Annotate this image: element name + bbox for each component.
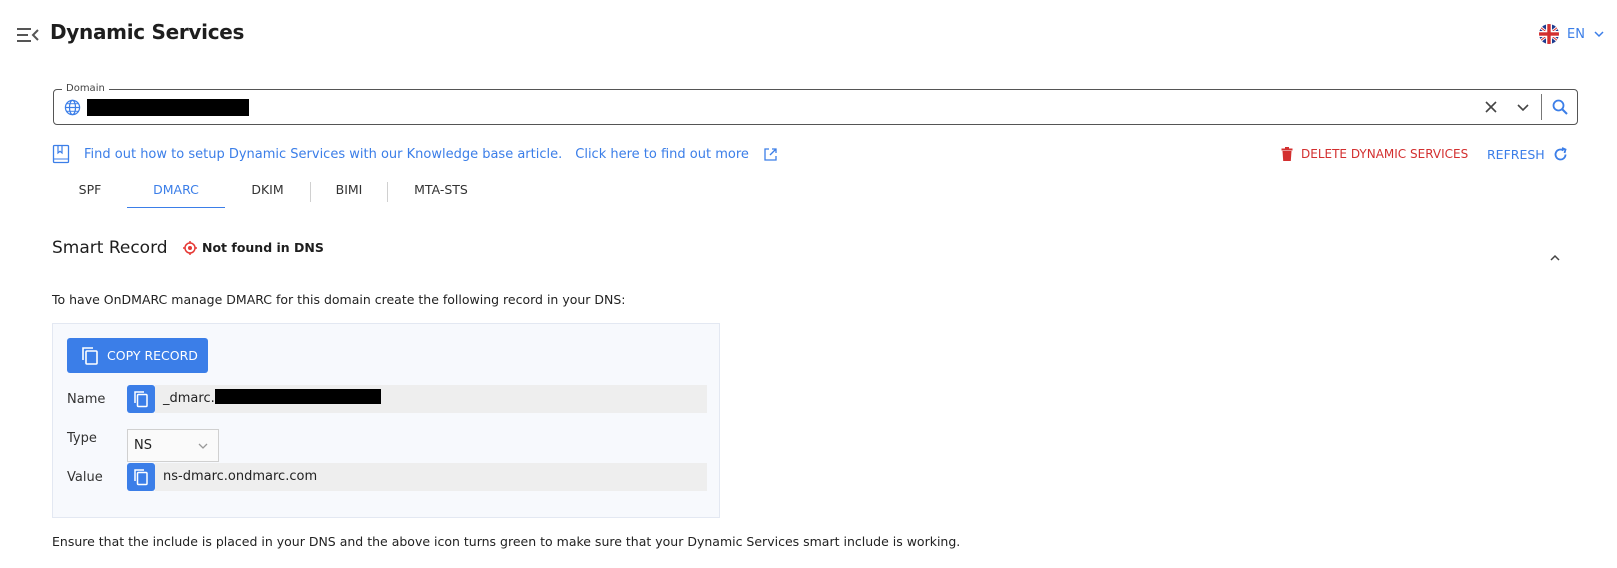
instruction-text: To have OnDMARC manage DMARC for this do… <box>52 292 626 307</box>
language-selector[interactable]: EN <box>1539 24 1605 44</box>
copy-record-label: COPY RECORD <box>107 348 198 363</box>
search-icon[interactable] <box>1551 98 1569 116</box>
footer-note: Ensure that the include is placed in you… <box>52 534 961 549</box>
page-title: Dynamic Services <box>50 20 245 44</box>
type-value: NS <box>134 438 152 453</box>
type-select[interactable]: NS <box>127 429 219 462</box>
copy-name-button[interactable] <box>127 385 155 413</box>
value-label: Value <box>67 470 103 485</box>
chevron-down-icon <box>1594 31 1604 38</box>
dns-status-text: Not found in DNS <box>202 240 324 255</box>
delete-dynamic-services-button[interactable]: DELETE DYNAMIC SERVICES <box>1281 147 1468 161</box>
record-panel: COPY RECORD Name _dmarc. Type NS Value n… <box>52 323 720 518</box>
copy-icon <box>134 469 148 486</box>
copy-icon <box>82 346 98 365</box>
name-prefix: _dmarc. <box>163 391 215 406</box>
language-code: EN <box>1567 26 1585 42</box>
delete-label: DELETE DYNAMIC SERVICES <box>1301 147 1469 161</box>
tab-mta-sts[interactable]: MTA-STS <box>388 178 494 208</box>
tab-bimi[interactable]: BIMI <box>311 178 387 208</box>
trash-icon <box>1281 147 1293 161</box>
globe-icon <box>64 99 81 116</box>
field-divider <box>1541 94 1542 120</box>
domain-field[interactable]: Domain <box>53 83 1578 125</box>
domain-label: Domain <box>62 83 109 94</box>
record-tabs: SPF DMARC DKIM BIMI MTA-STS <box>53 178 494 208</box>
tab-spf[interactable]: SPF <box>53 178 127 208</box>
target-status-icon <box>183 240 197 255</box>
clear-icon[interactable] <box>1482 98 1500 116</box>
chevron-up-icon[interactable] <box>1548 251 1562 265</box>
name-value[interactable]: _dmarc. <box>155 385 707 413</box>
chevron-down-icon[interactable] <box>1516 100 1530 114</box>
bookmark-book-icon <box>52 144 70 164</box>
copy-record-button[interactable]: COPY RECORD <box>67 338 208 373</box>
value-field[interactable]: ns-dmarc.ondmarc.com <box>155 463 707 491</box>
name-domain-redacted <box>214 389 381 404</box>
kb-info-row: Find out how to setup Dynamic Services w… <box>52 144 778 164</box>
tab-dkim[interactable]: DKIM <box>225 178 310 208</box>
tab-dmarc[interactable]: DMARC <box>127 178 225 208</box>
refresh-icon <box>1554 147 1567 161</box>
refresh-button[interactable]: REFRESH <box>1487 147 1568 162</box>
domain-value-redacted[interactable] <box>87 99 249 116</box>
external-link-icon[interactable] <box>763 147 778 162</box>
name-label: Name <box>67 392 106 407</box>
kb-text: Find out how to setup Dynamic Services w… <box>84 146 563 162</box>
smart-record-title: Smart Record <box>52 238 168 258</box>
uk-flag-icon <box>1539 24 1560 44</box>
refresh-label: REFRESH <box>1487 147 1545 162</box>
menu-collapse-icon[interactable] <box>17 26 39 44</box>
kb-link[interactable]: Click here to find out more <box>575 147 749 162</box>
copy-icon <box>134 391 148 408</box>
dns-status-badge: Not found in DNS <box>183 240 324 255</box>
chevron-down-icon <box>198 443 208 449</box>
copy-value-button[interactable] <box>127 463 155 491</box>
type-label: Type <box>67 431 97 446</box>
